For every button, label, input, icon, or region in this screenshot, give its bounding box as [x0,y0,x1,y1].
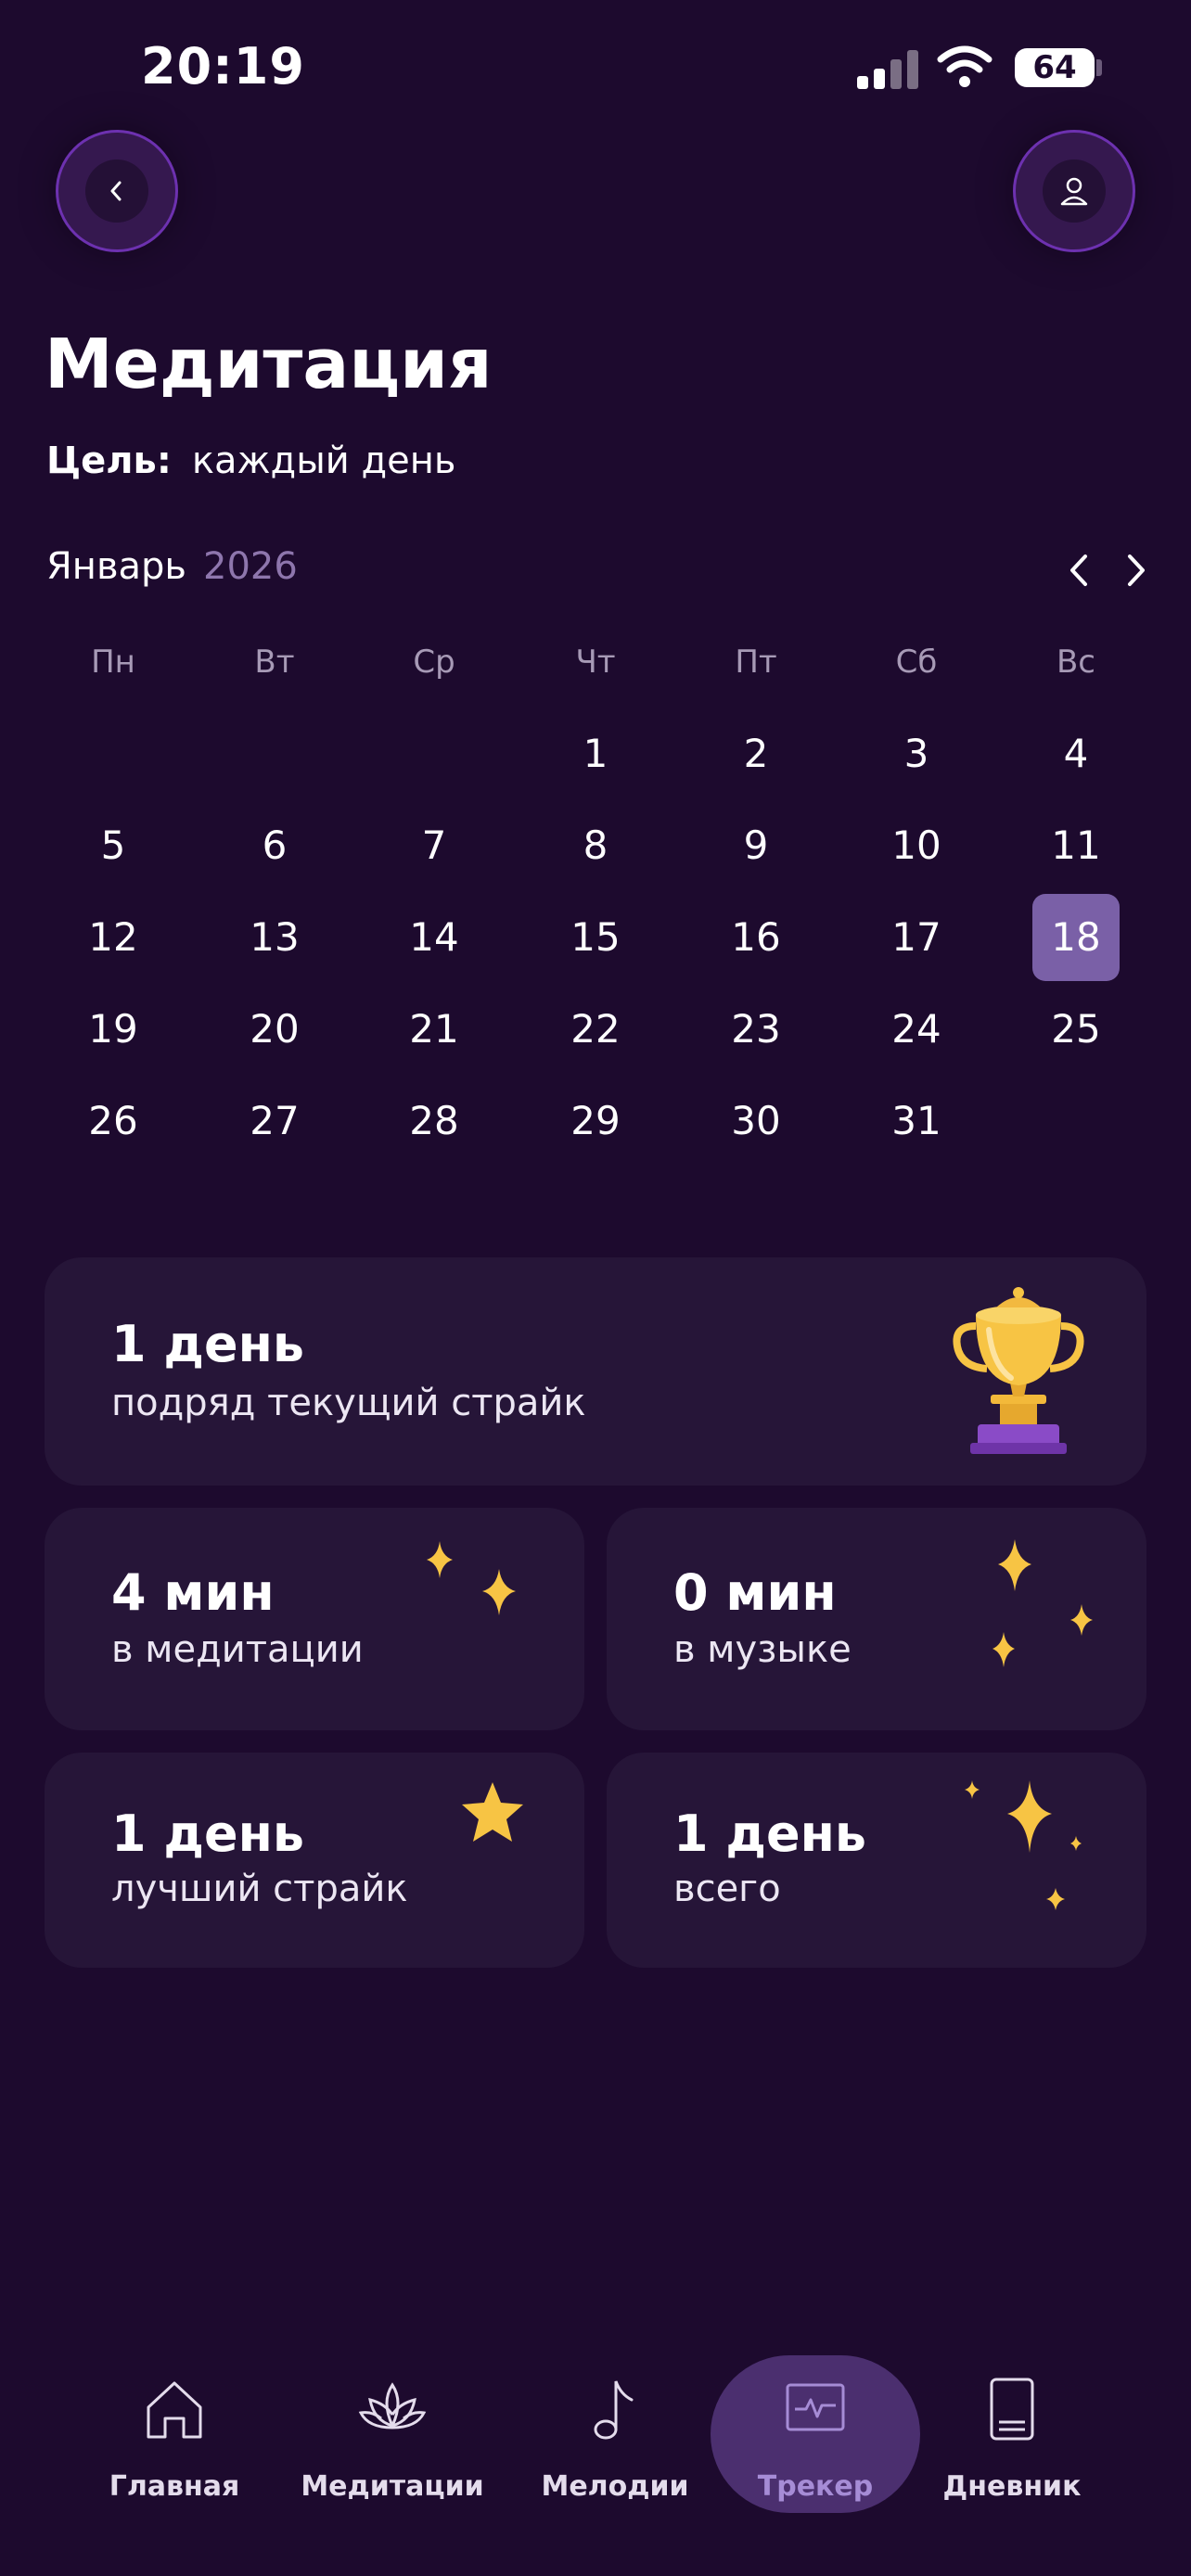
calendar-day[interactable]: 5 [58,804,169,887]
page-title: Медитация [45,325,493,404]
calendar-day-today[interactable]: 18 [1032,894,1120,981]
tracker-icon [786,2383,845,2431]
calendar-day[interactable]: 15 [540,896,651,979]
star-icon [462,1782,523,1842]
tab-diary-label: Дневник [942,2470,1082,2503]
calendar-day[interactable]: 3 [861,712,972,796]
calendar-day[interactable]: 1 [540,712,651,796]
calendar-day[interactable]: 29 [540,1079,651,1163]
status-time: 20:19 [141,37,305,96]
tracker-screen: 20:19 64 Медитация Цель: каждый день Янв… [0,0,1191,2576]
calendar-day[interactable]: 24 [861,988,972,1071]
calendar-day[interactable]: 16 [700,896,812,979]
total-days-value: 1 день [673,1804,867,1863]
chevron-left-icon [110,181,122,201]
calendar-day[interactable]: 23 [700,988,812,1071]
tab-diary[interactable]: Дневник [937,2355,1087,2513]
total-days-label: всего [673,1868,781,1910]
calendar-day[interactable]: 2 [700,712,812,796]
calendar-day[interactable]: 26 [58,1079,169,1163]
goal-line: Цель: каждый день [46,440,455,482]
tab-meditations-label: Медитации [301,2470,484,2503]
next-month-button[interactable] [1117,547,1154,593]
tab-tracker[interactable]: Трекер [711,2355,920,2513]
current-streak-value: 1 день [111,1315,305,1373]
music-time-value: 0 мин [673,1563,837,1622]
music-time-label: в музыке [673,1628,852,1671]
battery-indicator: 64 [1015,48,1095,87]
calendar-day[interactable]: 27 [219,1079,330,1163]
tab-meditations[interactable]: Медитации [295,2355,490,2513]
sparkles-icon [992,1539,1093,1667]
previous-month-button[interactable] [1061,547,1098,593]
lotus-icon [358,2382,427,2429]
month-header: Январь 2026 [46,545,298,588]
user-icon [1060,177,1088,206]
home-icon [147,2381,202,2439]
music-time-card: 0 мин в музыке [607,1508,1146,1730]
meditation-time-value: 4 мин [111,1563,275,1622]
best-streak-card: 1 день лучший страйк [45,1753,584,1968]
tab-melodies-label: Мелодии [541,2470,689,2503]
calendar-day[interactable]: 8 [540,804,651,887]
calendar-day[interactable]: 12 [58,896,169,979]
calendar-day[interactable]: 31 [861,1079,972,1163]
calendar-day[interactable]: 30 [700,1079,812,1163]
goal-label: Цель: [46,440,172,482]
weekday-label: Вт [254,644,295,681]
tab-tracker-label: Трекер [757,2470,874,2503]
calendar-day[interactable]: 10 [861,804,972,887]
total-days-card: 1 день всего [607,1753,1146,1968]
calendar-day[interactable]: 22 [540,988,651,1071]
weekday-label: Чт [575,644,616,681]
profile-button[interactable] [1013,130,1135,252]
tab-home[interactable]: Главная [100,2355,249,2513]
weekday-label: Сб [895,644,938,681]
tab-home-label: Главная [109,2470,240,2503]
month-label: Январь [46,545,186,588]
calendar-day[interactable]: 17 [861,896,972,979]
battery-cap [1096,59,1102,76]
calendar-day[interactable]: 7 [378,804,490,887]
current-streak-label: подряд текущий страйк [111,1382,586,1424]
sparkles-icon [965,1780,1082,1910]
sparkles-icon [427,1541,516,1615]
meditation-time-card: 4 мин в медитации [45,1508,584,1730]
year-label: 2026 [203,545,298,588]
back-button[interactable] [56,130,178,252]
cellular-signal-icon [857,50,922,89]
calendar-day[interactable]: 20 [219,988,330,1071]
calendar-day[interactable]: 28 [378,1079,490,1163]
goal-value: каждый день [191,440,456,482]
calendar-day[interactable]: 4 [1020,712,1132,796]
trophy-icon [953,1287,1084,1454]
weekday-label: Вс [1056,644,1096,681]
calendar-day[interactable]: 6 [219,804,330,887]
music-note-icon [594,2380,634,2440]
calendar-day[interactable]: 25 [1020,988,1132,1071]
calendar-day[interactable]: 9 [700,804,812,887]
best-streak-value: 1 день [111,1804,305,1863]
calendar-day[interactable]: 11 [1020,804,1132,887]
current-streak-card: 1 день подряд текущий страйк [45,1257,1146,1486]
weekday-label: Пн [91,644,135,681]
tab-melodies[interactable]: Мелодии [536,2355,694,2513]
notebook-icon [990,2378,1034,2441]
weekday-label: Ср [413,644,455,681]
wifi-icon [937,45,992,87]
calendar-day[interactable]: 14 [378,896,490,979]
calendar-day[interactable]: 13 [219,896,330,979]
meditation-time-label: в медитации [111,1628,364,1671]
weekday-label: Пт [735,644,777,681]
calendar-day[interactable]: 21 [378,988,490,1071]
calendar-day[interactable]: 19 [58,988,169,1071]
best-streak-label: лучший страйк [111,1868,408,1910]
